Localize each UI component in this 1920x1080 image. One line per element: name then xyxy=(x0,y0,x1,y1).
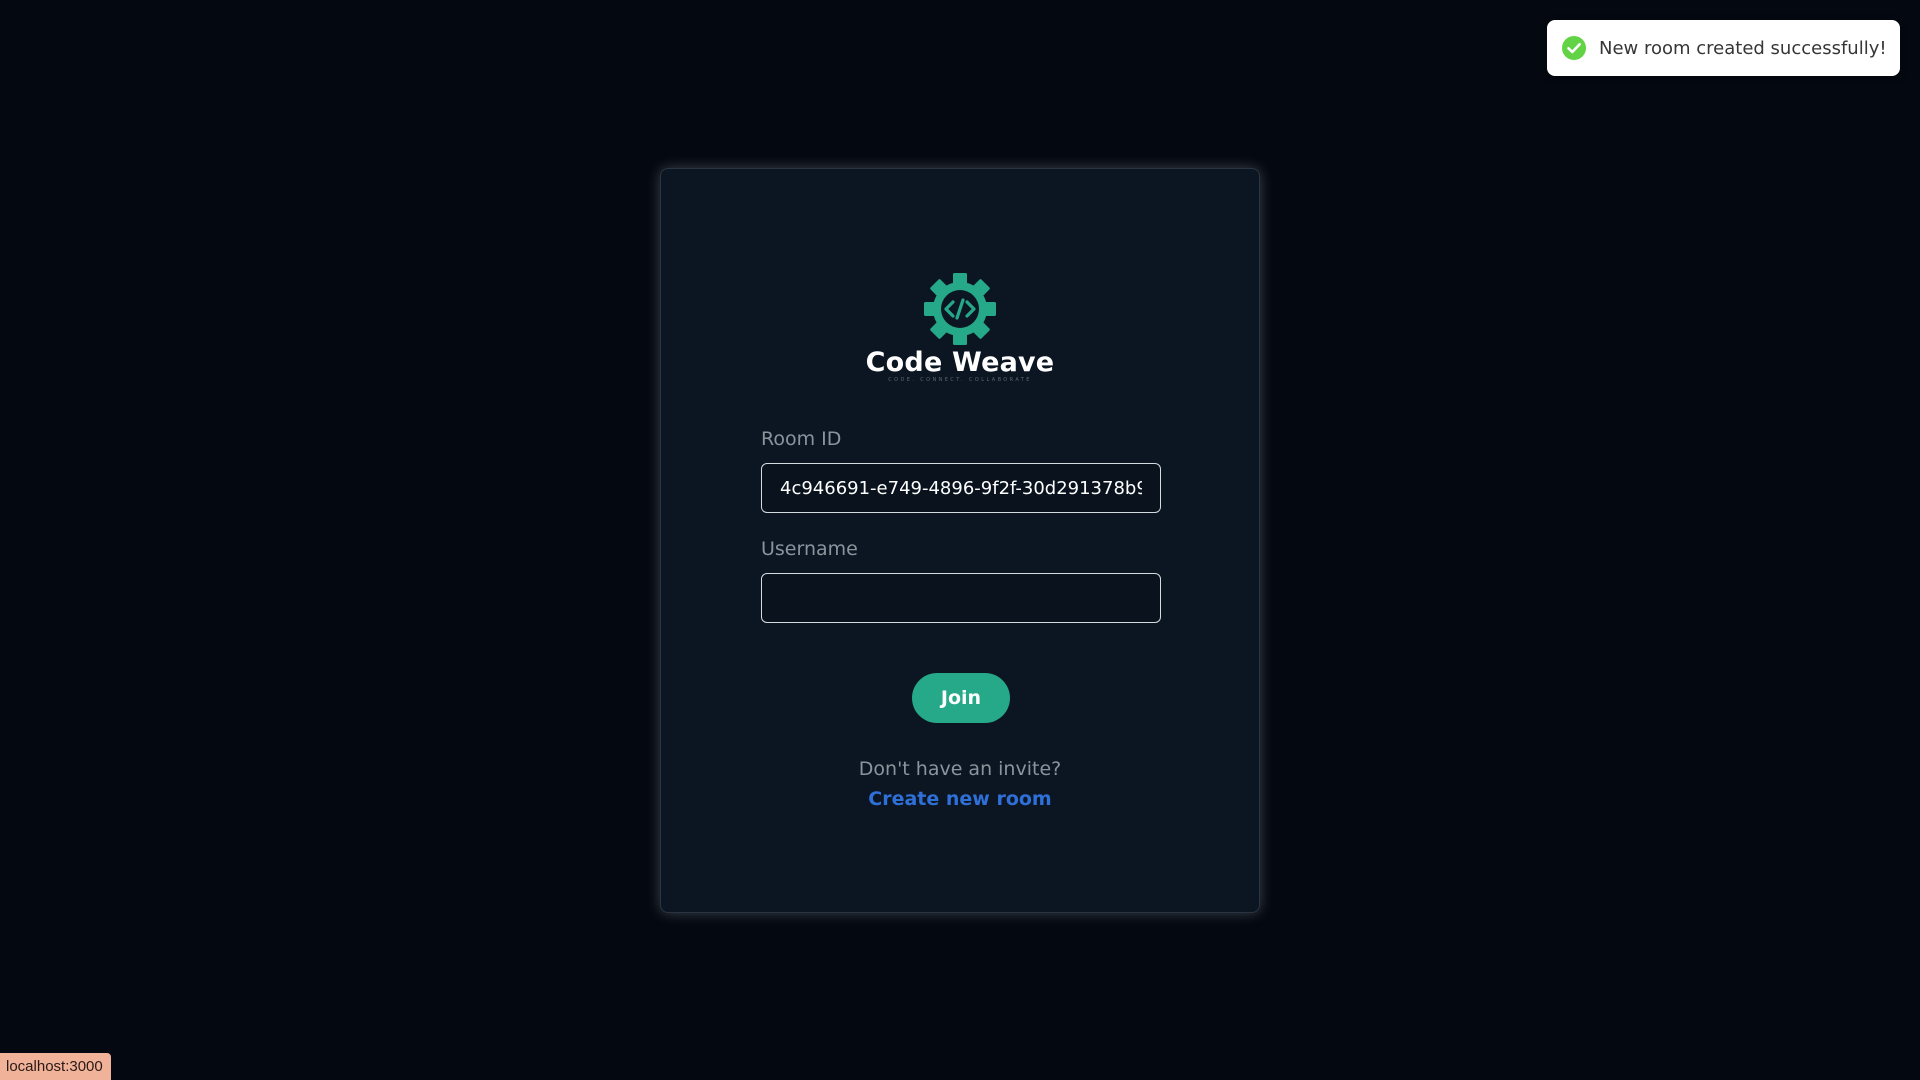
room-id-label: Room ID xyxy=(761,428,842,450)
brand-tagline: CODE. CONNECT. COLLABORATE xyxy=(888,377,1032,383)
join-button[interactable]: Join xyxy=(912,673,1010,723)
status-bar-url: localhost:3000 xyxy=(0,1053,111,1080)
invite-prompt: Don't have an invite? xyxy=(858,758,1062,780)
check-circle-icon xyxy=(1562,36,1586,60)
join-room-card: Code Weave CODE. CONNECT. COLLABORATE Ro… xyxy=(660,168,1260,913)
create-new-room-link[interactable]: Create new room xyxy=(661,788,1259,810)
brand-logo: Code Weave CODE. CONNECT. COLLABORATE xyxy=(661,273,1259,383)
success-toast: New room created successfully! xyxy=(1547,20,1900,76)
join-page: New room created successfully! Code Weav… xyxy=(0,0,1920,1080)
username-input[interactable] xyxy=(761,573,1161,623)
room-id-input[interactable] xyxy=(761,463,1161,513)
gear-code-icon xyxy=(924,273,996,345)
username-label: Username xyxy=(761,538,858,560)
brand-name: Code Weave xyxy=(865,347,1055,378)
toast-message: New room created successfully! xyxy=(1599,37,1887,59)
